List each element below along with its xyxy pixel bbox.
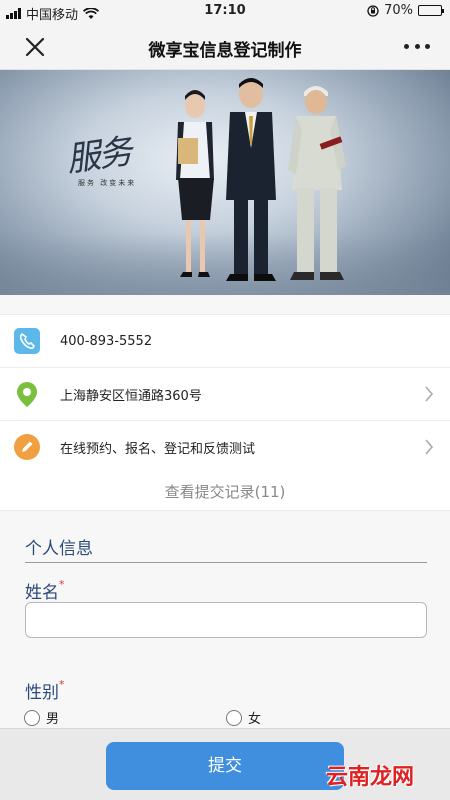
status-right: 70% [367,3,444,18]
booking-row[interactable]: 在线预约、报名、登记和反馈测试 [0,421,450,474]
gender-male-label: 男 [46,712,60,727]
gender-male-radio[interactable]: 男 [24,708,59,727]
watermark-logo: 云南龙网 [325,765,414,790]
nav-bar: 微享宝信息登记制作 [0,24,450,70]
receptionist-figure [176,90,214,277]
more-icon[interactable] [404,36,430,56]
name-label-text: 姓名 [25,583,59,603]
pencil-icon [14,434,40,460]
view-records-link[interactable]: 查看提交记录(11) [0,473,450,511]
phone-number: 400-893-5552 [60,333,153,349]
section-divider [25,562,427,563]
address-row[interactable]: 上海静安区恒通路360号 [0,368,450,421]
chevron-right-icon [425,439,434,455]
submit-button[interactable]: 提交 [106,742,344,790]
phone-row[interactable]: 400-893-5552 [0,315,450,368]
gender-label: 性别* [25,678,65,703]
section-title: 个人信息 [25,539,93,559]
gender-female-radio[interactable]: 女 [226,708,261,727]
battery-icon [418,5,444,16]
address-text: 上海静安区恒通路360号 [60,388,202,404]
registration-form: 个人信息 姓名* 性别* 男 女 [0,512,450,728]
status-bar: 中国移动 17:10 70% [0,0,450,24]
name-input[interactable] [25,602,427,638]
gender-label-text: 性别 [25,683,59,703]
phone-icon [14,328,40,354]
businessman-figure [226,78,276,281]
bottom-bar: 提交 云南龙网 [0,728,450,800]
technician-figure [288,86,346,280]
required-mark: * [59,678,65,691]
radio-circle[interactable] [24,709,40,726]
orientation-lock-icon [367,4,379,17]
battery-percent: 70% [384,3,413,18]
name-label: 姓名* [25,578,65,603]
radio-circle[interactable] [226,709,242,726]
contact-list: 400-893-5552 上海静安区恒通路360号 在线预约、报名、登记和反馈测… [0,314,450,474]
service-staff-illustration [176,78,346,281]
location-pin-icon [17,382,37,407]
page-title: 微享宝信息登记制作 [148,41,302,61]
booking-text: 在线预约、报名、登记和反馈测试 [60,441,256,457]
banner-image: 服务 服务 改变未来 [0,70,450,295]
chevron-right-icon [425,386,434,402]
required-mark: * [59,578,65,591]
gender-female-label: 女 [248,712,262,727]
